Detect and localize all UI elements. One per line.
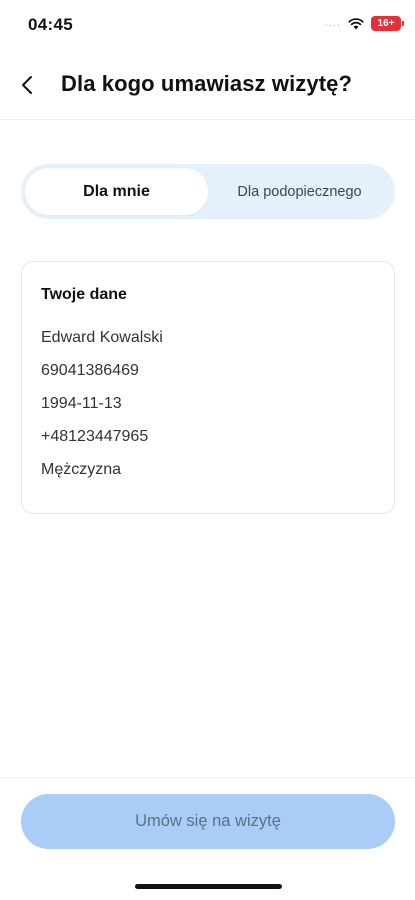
patient-pesel: 69041386469	[41, 362, 139, 379]
segment-for-dependent[interactable]: Dla podopiecznego	[208, 168, 391, 215]
battery-icon: 16+	[371, 16, 404, 31]
patient-birth-date: 1994-11-13	[41, 395, 122, 412]
footer-divider	[0, 777, 415, 778]
status-time: 04:45	[28, 15, 73, 34]
segment-for-me[interactable]: Dla mnie	[25, 168, 208, 215]
status-icons: .... 16+	[324, 16, 404, 31]
page-title: Dla kogo umawiasz wizytę?	[61, 71, 353, 96]
back-button[interactable]	[12, 70, 42, 100]
card-title: Twoje dane	[41, 286, 127, 303]
patient-phone: +48123447965	[41, 428, 149, 445]
wifi-icon	[348, 17, 364, 29]
signal-icon: ....	[324, 17, 341, 29]
home-indicator[interactable]	[135, 884, 282, 889]
recipient-segmented-control: Dla mnie Dla podopiecznego	[21, 164, 395, 219]
patient-name: Edward Kowalski	[41, 329, 163, 346]
status-bar: 04:45 .... 16+	[0, 0, 415, 50]
header: Dla kogo umawiasz wizytę?	[0, 50, 415, 120]
your-data-card: Twoje dane Edward Kowalski 69041386469 1…	[21, 261, 395, 514]
patient-gender: Mężczyzna	[41, 461, 122, 478]
book-visit-button[interactable]: Umów się na wizytę	[21, 794, 395, 849]
chevron-left-icon	[22, 76, 32, 94]
